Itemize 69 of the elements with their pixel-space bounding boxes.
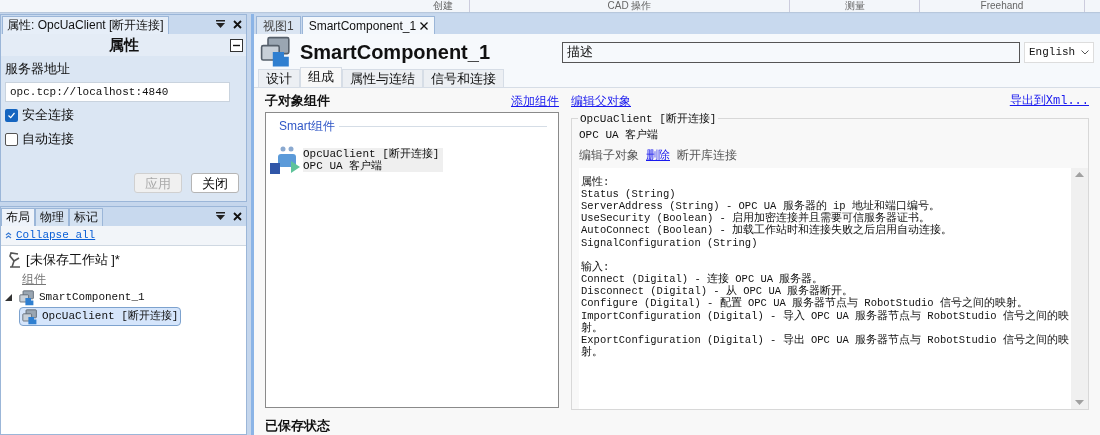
smart-component-icon bbox=[260, 36, 292, 68]
close-icon[interactable] bbox=[233, 20, 242, 29]
panel-tab[interactable]: 布局 bbox=[1, 208, 35, 226]
section-tab[interactable]: 组成 bbox=[300, 67, 342, 87]
language-dropdown[interactable]: English bbox=[1024, 41, 1094, 63]
checkbox-label: 自动连接 bbox=[22, 130, 74, 149]
checkbox[interactable] bbox=[5, 108, 18, 122]
component-title: SmartComponent_1 bbox=[300, 40, 492, 65]
action-label[interactable]: 编辑子对象 bbox=[579, 145, 639, 164]
pin-menu-icon[interactable] bbox=[216, 20, 225, 29]
details-line: Configure (Digital) - 配置 OPC UA 服务器节点与 RobotStudio 信号之间的映射。 bbox=[581, 297, 1029, 310]
ribbon-group-label: 创建 bbox=[433, 0, 453, 12]
section-tab[interactable]: 设计 bbox=[258, 69, 300, 87]
details-heading: 输入: bbox=[581, 260, 611, 273]
document-tab[interactable]: 视图1 bbox=[256, 16, 301, 34]
group-title: Smart组件 bbox=[279, 118, 335, 135]
component-icon bbox=[22, 308, 38, 325]
field-label: 服务器地址 bbox=[5, 60, 71, 78]
details-line: Disconnect (Digital) - 从 OPC UA 服务器断开。 bbox=[581, 285, 854, 298]
client-component-icon bbox=[269, 145, 301, 175]
document-tab[interactable]: SmartComponent_1 bbox=[301, 16, 436, 34]
export-xml-link[interactable]: 导出到Xml... bbox=[1009, 92, 1089, 110]
details-line: Connect (Digital) - 连接 OPC UA 服务器。 bbox=[581, 272, 825, 285]
details-line: Status (String) bbox=[581, 187, 677, 200]
server-address-field[interactable]: opc.tcp://localhost:4840 bbox=[5, 81, 230, 102]
add-component-link[interactable]: 添加组件 bbox=[511, 92, 559, 110]
component-name: OpcUaClient [断开连接] bbox=[303, 148, 440, 160]
expander-icon[interactable] bbox=[5, 294, 12, 301]
delete-link[interactable]: 删除 bbox=[646, 145, 670, 164]
tree-item[interactable]: OpcUaClient [断开连接] bbox=[19, 307, 182, 326]
robot-arm-icon bbox=[8, 251, 22, 268]
panel-tab[interactable]: 物理 bbox=[35, 208, 69, 226]
dropdown-chevron-icon bbox=[1081, 49, 1089, 55]
close-icon[interactable] bbox=[420, 21, 429, 30]
action-label[interactable]: 断开库连接 bbox=[677, 145, 737, 164]
details-line: SignalConfiguration (String) bbox=[581, 236, 759, 249]
component-icon bbox=[19, 289, 35, 306]
tree-item[interactable]: SmartComponent_1 bbox=[16, 288, 148, 307]
checkmark-icon bbox=[7, 110, 16, 120]
ribbon-group-label: 测量 bbox=[844, 0, 865, 12]
description-field[interactable]: 描述 bbox=[562, 41, 1020, 63]
section-heading: 子对象组件 bbox=[265, 91, 330, 110]
panel-tab[interactable]: 标记 bbox=[69, 208, 103, 226]
collapse-chevron-icon[interactable] bbox=[5, 232, 12, 239]
edit-parent-link[interactable]: 编辑父对象 bbox=[571, 92, 631, 110]
details-heading: 属性: bbox=[581, 175, 611, 188]
details-line: AutoConnect (Boolean) - 加载工作站时和连接失败之后启用自动连接。 bbox=[581, 224, 954, 237]
details-line: ExportConfiguration (Digital) - 导出 OPC UA 服务器节点与 RobotStudio 信号之间的映射。 bbox=[581, 333, 1070, 359]
tree-item[interactable]: 组件 bbox=[19, 268, 49, 289]
details-line: ServerAddress (String) - OPC UA 服务器的 ip 地址和端口编号。 bbox=[581, 199, 941, 213]
component-description: OPC UA 客户端 bbox=[579, 128, 660, 143]
collapse-icon[interactable] bbox=[230, 38, 243, 52]
pin-menu-icon[interactable] bbox=[216, 212, 225, 221]
details-line: UseSecurity (Boolean) - 启用加密连接并且需要可信服务器证书。 bbox=[581, 212, 931, 225]
panel-heading: 属性 bbox=[108, 34, 139, 55]
panel-tab[interactable]: 属性: OpcUaClient [断开连接] bbox=[2, 16, 169, 34]
component-list-item[interactable]: OpcUaClient [断开连接] OPC UA 客户端 bbox=[269, 145, 555, 175]
close-icon[interactable] bbox=[233, 212, 242, 221]
section-tab[interactable]: 信号和连接 bbox=[423, 69, 504, 87]
checkbox[interactable] bbox=[5, 132, 18, 146]
ribbon-group-label: CAD 操作 bbox=[607, 0, 652, 12]
section-tab[interactable]: 属性与连结 bbox=[342, 69, 423, 87]
section-heading: 已保存状态 bbox=[265, 416, 331, 435]
dialog-button[interactable]: 关闭 bbox=[191, 173, 239, 193]
checkbox-label: 安全连接 bbox=[22, 106, 74, 125]
details-line: ImportConfiguration (Digital) - 导入 OPC UA 服务器节点与 RobotStudio 信号之间的映射。 bbox=[581, 309, 1070, 334]
tree-item[interactable]: [未保存工作站 ]* bbox=[5, 248, 123, 271]
component-description: OPC UA 客户端 bbox=[303, 160, 384, 172]
ribbon-group-label: Freehand bbox=[980, 0, 1024, 12]
